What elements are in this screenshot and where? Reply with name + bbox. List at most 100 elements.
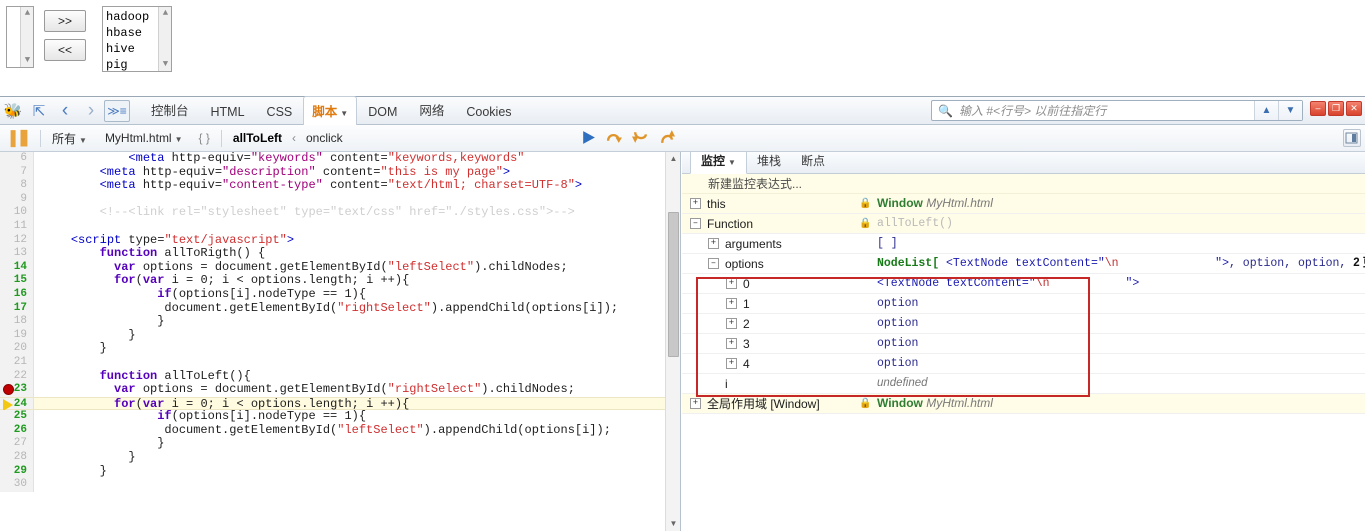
tab-Cookies[interactable]: Cookies bbox=[455, 100, 522, 125]
scroll-up-icon[interactable]: ▲ bbox=[159, 7, 171, 20]
code-line[interactable]: 25 if(options[i].nodeType == 1){ bbox=[0, 409, 680, 424]
line-number[interactable]: 19 bbox=[0, 328, 34, 343]
line-number[interactable]: 13 bbox=[0, 247, 34, 261]
line-number[interactable]: 8 bbox=[0, 179, 34, 193]
watch-tab-断点[interactable]: 断点 bbox=[791, 152, 835, 173]
code-line[interactable]: 11 bbox=[0, 219, 680, 234]
firebug-search-box[interactable]: 🔍 ▲ ▼ bbox=[931, 100, 1303, 121]
left-select-scrollbar[interactable]: ▲ ▼ bbox=[20, 7, 33, 67]
code-line[interactable]: 18 } bbox=[0, 314, 680, 329]
code-line[interactable]: 28 } bbox=[0, 450, 680, 465]
line-number[interactable]: 26 bbox=[0, 423, 34, 438]
line-number[interactable]: 15 bbox=[0, 274, 34, 288]
code-line[interactable]: 19 } bbox=[0, 328, 680, 343]
scroll-down-icon[interactable]: ▼ bbox=[21, 54, 33, 67]
line-number[interactable]: 21 bbox=[0, 355, 34, 370]
line-number[interactable]: 20 bbox=[0, 342, 34, 356]
line-number[interactable]: 7 bbox=[0, 165, 34, 180]
panel-menu-icon[interactable]: ≫≡ bbox=[104, 99, 130, 122]
watch-row[interactable]: – options NodeList[ <TextNode textContent=… bbox=[682, 254, 1365, 274]
source-vertical-scrollbar[interactable]: ▲ ▼ bbox=[665, 152, 680, 531]
code-line[interactable]: 12 <script type="text/javascript"> bbox=[0, 233, 680, 248]
scrollbar-thumb[interactable] bbox=[668, 212, 679, 357]
line-number[interactable]: 29 bbox=[0, 464, 34, 479]
inspect-element-icon[interactable]: ⇱ bbox=[26, 98, 52, 124]
line-number[interactable]: 27 bbox=[0, 437, 34, 452]
source-code-pane[interactable]: 6 <meta http-equiv="keywords" content="k… bbox=[0, 152, 681, 531]
scroll-up-icon[interactable]: ▲ bbox=[21, 7, 33, 20]
code-line[interactable]: 16 if(options[i].nodeType == 1){ bbox=[0, 287, 680, 302]
scroll-down-icon[interactable]: ▼ bbox=[159, 58, 171, 71]
code-line[interactable]: 29 } bbox=[0, 464, 680, 479]
code-line[interactable]: 8 <meta http-equiv="content-type" conten… bbox=[0, 178, 680, 193]
watch-row[interactable]: +1 option bbox=[682, 294, 1365, 314]
tab-HTML[interactable]: HTML bbox=[200, 100, 256, 125]
line-number[interactable]: 6 bbox=[0, 152, 34, 166]
watch-row[interactable]: – Function 🔒 allToLeft() bbox=[682, 214, 1365, 234]
watch-row[interactable]: i undefined bbox=[682, 374, 1365, 394]
script-filter-dropdown[interactable]: 所有 ▼ bbox=[47, 130, 92, 147]
line-number[interactable]: 10 bbox=[0, 206, 34, 220]
expand-twisty-icon[interactable]: + bbox=[726, 338, 737, 349]
line-number[interactable]: 30 bbox=[0, 478, 34, 492]
expand-twisty-icon[interactable]: + bbox=[726, 358, 737, 369]
breakpoints-icon[interactable]: ▌▋ bbox=[8, 125, 34, 151]
scroll-up-icon[interactable]: ▲ bbox=[666, 152, 680, 166]
firebug-icon[interactable]: 🐝 bbox=[0, 98, 26, 124]
watch-tab-堆栈[interactable]: 堆栈 bbox=[747, 152, 791, 173]
line-number[interactable]: 22 bbox=[0, 369, 34, 384]
watch-row[interactable]: +4 option bbox=[682, 354, 1365, 374]
watch-tab-监控[interactable]: 监控 ▼ bbox=[690, 152, 747, 174]
side-panel-toggle-icon[interactable] bbox=[1343, 129, 1361, 147]
maximize-button[interactable]: ❐ bbox=[1328, 101, 1344, 116]
scroll-down-icon[interactable]: ▼ bbox=[666, 517, 680, 531]
line-number[interactable]: 18 bbox=[0, 315, 34, 329]
close-button[interactable]: ✕ bbox=[1346, 101, 1362, 116]
move-left-button[interactable]: << bbox=[44, 39, 86, 61]
code-line[interactable]: 30 bbox=[0, 478, 680, 492]
code-line[interactable]: 10 <!--<link rel="stylesheet" type="text… bbox=[0, 206, 680, 220]
watch-row[interactable]: + 全局作用域 [Window] 🔒 Window MyHtml.html bbox=[682, 394, 1365, 414]
new-watch-expression[interactable]: 新建监控表达式... bbox=[682, 174, 1365, 194]
watch-row[interactable]: +3 option bbox=[682, 334, 1365, 354]
tab-脚本[interactable]: 脚本 ▼ bbox=[303, 95, 358, 127]
code-line[interactable]: 20 } bbox=[0, 342, 680, 356]
line-number[interactable]: 12 bbox=[0, 233, 34, 248]
watch-row[interactable]: + arguments [ ] bbox=[682, 234, 1365, 254]
move-right-button[interactable]: >> bbox=[44, 10, 86, 32]
forward-arrow-icon[interactable]: › bbox=[78, 98, 104, 124]
line-number[interactable]: 28 bbox=[0, 451, 34, 465]
search-next-button[interactable]: ▼ bbox=[1278, 101, 1302, 120]
code-line[interactable]: 24 for(var i = 0; i < options.length; i … bbox=[0, 396, 680, 411]
watch-row[interactable]: +0 <TextNode textContent="\n "> bbox=[682, 274, 1365, 294]
line-number[interactable]: 25 bbox=[0, 410, 34, 424]
expand-twisty-icon[interactable]: + bbox=[708, 238, 719, 249]
line-number[interactable]: 9 bbox=[0, 192, 34, 207]
left-select-listbox[interactable]: ▲ ▼ bbox=[6, 6, 34, 68]
code-line[interactable]: 22 function allToLeft(){ bbox=[0, 369, 680, 384]
tab-网络[interactable]: 网络 bbox=[408, 95, 455, 125]
continue-button[interactable] bbox=[580, 129, 597, 146]
line-number[interactable]: 14 bbox=[0, 260, 34, 275]
expand-twisty-icon[interactable]: + bbox=[726, 298, 737, 309]
code-line[interactable]: 14 var options = document.getElementById… bbox=[0, 260, 680, 275]
watch-row[interactable]: + this 🔒 Window MyHtml.html bbox=[682, 194, 1365, 214]
code-line[interactable]: 6 <meta http-equiv="keywords" content="k… bbox=[0, 152, 680, 166]
back-arrow-icon[interactable]: ‹ bbox=[52, 98, 78, 124]
collapse-twisty-icon[interactable]: – bbox=[690, 218, 701, 229]
code-line[interactable]: 7 <meta http-equiv="description" content… bbox=[0, 165, 680, 180]
tab-DOM[interactable]: DOM bbox=[357, 100, 408, 125]
search-input[interactable] bbox=[956, 102, 1254, 119]
step-into-button[interactable] bbox=[632, 129, 649, 146]
code-line[interactable]: 27 } bbox=[0, 437, 680, 452]
expand-twisty-icon[interactable]: + bbox=[690, 198, 701, 209]
tab-控制台[interactable]: 控制台 bbox=[140, 95, 200, 125]
code-line[interactable]: 15 for(var i = 0; i < options.length; i … bbox=[0, 274, 680, 288]
expand-twisty-icon[interactable]: + bbox=[726, 318, 737, 329]
line-number[interactable]: 11 bbox=[0, 219, 34, 234]
code-line[interactable]: 17 document.getElementById("rightSelect"… bbox=[0, 301, 680, 316]
step-over-button[interactable] bbox=[606, 129, 623, 146]
right-select-listbox[interactable]: hadoop hbase hive pig ▲ ▼ bbox=[102, 6, 172, 72]
right-select-scrollbar[interactable]: ▲ ▼ bbox=[158, 7, 171, 71]
pretty-print-button[interactable]: { } bbox=[194, 131, 215, 145]
